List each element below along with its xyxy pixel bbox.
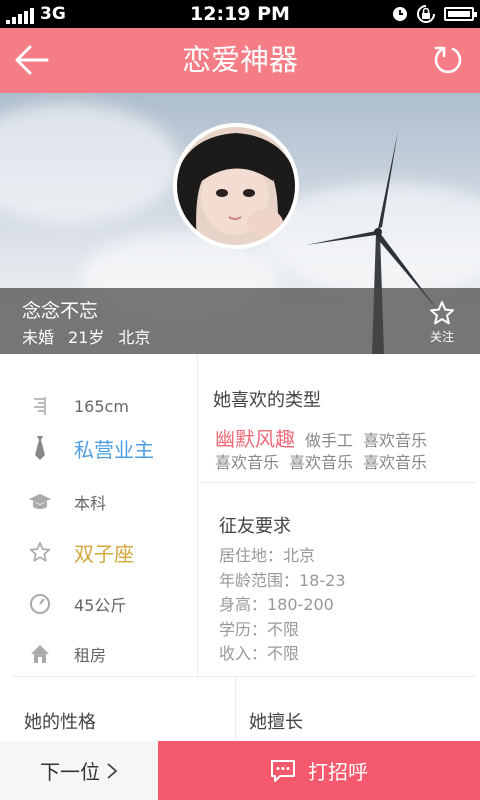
follow-label: 关注 [429, 330, 454, 344]
refresh-icon[interactable] [432, 44, 464, 76]
chevron-right-icon [107, 762, 118, 779]
height-icon [28, 394, 52, 418]
skills-title: 她擅长 [249, 712, 303, 733]
tie-icon [28, 436, 52, 460]
requirement-item: 年龄范围：18-23 [219, 570, 346, 590]
graduation-cap-icon [28, 490, 52, 514]
zodiac-value: 双子座 [74, 541, 134, 566]
user-name: 念念不忘 [22, 300, 99, 322]
next-button[interactable]: 下一位 [0, 741, 158, 800]
tag-item: 喜欢音乐 [215, 453, 280, 472]
greet-label: 打招呼 [308, 760, 368, 784]
status-bar: 3G 12:19 PM [0, 0, 480, 28]
requirements-list: 居住地：北京 年龄范围：18-23 身高：180-200 学历：不限 收入：不限 [219, 544, 346, 667]
marital-status: 未婚 [22, 328, 55, 347]
star-outline-icon [430, 301, 454, 325]
column-divider [235, 677, 236, 741]
rotation-lock-icon [417, 5, 435, 23]
chat-bubble-icon [271, 759, 295, 782]
tag-item: 幽默风趣 [215, 427, 295, 451]
tag-item: 做手工 [305, 431, 354, 450]
star-icon [28, 540, 52, 564]
requirement-item: 收入：不限 [219, 644, 300, 663]
profile-hero: 念念不忘 未婚 21岁 北京 关注 [0, 93, 480, 354]
house-icon [28, 642, 52, 666]
page-title: 恋爱神器 [181, 43, 298, 77]
likes-title: 她喜欢的类型 [213, 390, 321, 411]
greet-button[interactable]: 打招呼 [158, 741, 480, 800]
tag-item: 喜欢音乐 [363, 431, 428, 450]
user-meta: 未婚 21岁 北京 [22, 324, 150, 348]
education-value: 本科 [74, 494, 107, 513]
tag-item: 喜欢音乐 [289, 453, 354, 472]
requirement-item: 身高：180-200 [219, 595, 334, 614]
info-row-zodiac: 双子座 [28, 532, 134, 572]
next-label: 下一位 [40, 760, 100, 784]
user-age: 21岁 [68, 328, 105, 347]
battery-icon [444, 7, 477, 21]
tag-item: 喜欢音乐 [363, 453, 428, 472]
requirement-item: 学历：不限 [219, 619, 300, 639]
app-header: 恋爱神器 [0, 28, 480, 93]
weight-value: 45公斤 [74, 596, 127, 615]
user-city: 北京 [118, 328, 151, 347]
requirements-title: 征友要求 [219, 516, 291, 537]
scale-icon [28, 592, 52, 616]
avatar[interactable] [173, 123, 299, 249]
section-divider [12, 676, 475, 677]
info-row-height: 165cm [28, 386, 129, 426]
info-row-housing: 租房 [28, 634, 106, 674]
housing-value: 租房 [74, 646, 107, 665]
basic-info-panel: 165cm 私营业主 本科 双子座 45公斤 租房 [0, 354, 198, 676]
preferences-panel: 她喜欢的类型 幽默风趣 做手工 喜欢音乐 喜欢音乐 喜欢音乐 喜欢音乐 征友要求 居住地… [199, 354, 480, 676]
info-row-weight: 45公斤 [28, 584, 126, 624]
bottom-action-bar: 下一位 打招呼 [0, 741, 480, 800]
height-value: 165cm [74, 396, 129, 416]
personality-title: 她的性格 [24, 712, 96, 733]
section-divider [199, 482, 475, 483]
profile-summary-bar: 念念不忘 未婚 21岁 北京 关注 [0, 288, 480, 354]
info-row-education: 本科 [28, 482, 106, 522]
follow-button[interactable]: 关注 [428, 300, 456, 345]
requirement-item: 居住地：北京 [219, 546, 316, 565]
likes-tags: 幽默风趣 做手工 喜欢音乐 喜欢音乐 喜欢音乐 喜欢音乐 [215, 428, 475, 474]
occupation-value: 私营业主 [74, 437, 154, 462]
info-row-occupation: 私营业主 [28, 428, 154, 468]
clock-icon [393, 7, 407, 21]
